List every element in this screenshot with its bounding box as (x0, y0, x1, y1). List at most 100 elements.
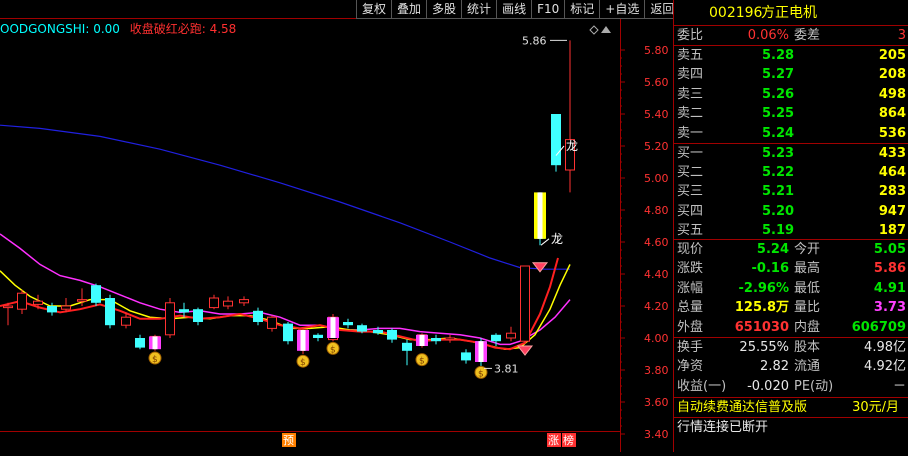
signal-bar-c-inner (330, 317, 336, 338)
zuidi-label: 最低 (794, 280, 821, 296)
money-bag-icon: $ (415, 353, 429, 367)
sell-label: 卖二 (677, 106, 704, 122)
kline-svg[interactable]: 5.80 5.60 5.40 5.20 5.00 4.80 4.60 4.40 4.20 4.00… (0, 0, 672, 452)
gem-icon (531, 262, 549, 273)
candle-body (193, 309, 203, 322)
promo-row[interactable]: 自动续费通达信普及版 30元/月 (674, 398, 908, 417)
candle-19 (283, 322, 293, 345)
y-tick-label: 3.80 (644, 364, 669, 377)
buy-price: 5.19 (762, 222, 795, 238)
money-bag-glyph: $ (330, 345, 336, 355)
candle-38 (565, 40, 575, 193)
candle-23 (343, 318, 353, 329)
jinkai-value: 5.05 (873, 242, 906, 257)
money-bag-icon: $ (326, 341, 340, 355)
candle-27 (402, 339, 412, 366)
liangbi-value: 3.73 (873, 300, 906, 316)
toolbar-button-5[interactable]: F10 (531, 0, 565, 19)
shouyi-label: 收益(一) (677, 378, 727, 394)
kline-chart[interactable]: 5.80 5.60 5.40 5.20 5.00 4.80 4.60 4.40 4.20 4.00… (0, 0, 672, 452)
xianjia-label: 现价 (677, 242, 704, 257)
toolbar-button-4[interactable]: 画线 (496, 0, 532, 19)
bottom-marker-0: 预 (282, 433, 296, 447)
sell-label: 卖三 (677, 86, 704, 102)
neipan-value: 606709 (851, 319, 906, 335)
y-tick-label: 4.00 (644, 332, 669, 345)
toolbar-button-2[interactable]: 多股 (426, 0, 462, 19)
signal-bar-c (327, 317, 339, 338)
buy-price: 5.23 (762, 146, 795, 161)
fin-row-2: 收益(一) -0.020 PE(动) － (674, 377, 908, 396)
toolbar-button-3[interactable]: 统计 (461, 0, 497, 19)
sell-price: 5.28 (762, 48, 795, 63)
candle-body (343, 322, 353, 326)
candle-body (431, 338, 441, 342)
y-tick-label: 5.40 (644, 108, 669, 121)
gem-icon (516, 345, 534, 356)
toolbar: 复权 叠加 多股 统计 画线 F10 标记 +自选 返回 (356, 0, 680, 19)
money-bag-glyph: $ (419, 357, 425, 367)
status-row: 行情连接已断开 (674, 418, 908, 437)
candle-body (105, 298, 115, 326)
candle-0 (3, 302, 13, 326)
sell-volume: 208 (878, 67, 906, 83)
buy-price: 5.21 (762, 184, 795, 200)
y-tick-label: 5.00 (644, 172, 669, 185)
signal-bar-a-inner (152, 336, 158, 350)
promo-text[interactable]: 自动续费通达信普及版 (677, 398, 807, 417)
candle-21 (313, 333, 323, 342)
candle-15 (223, 296, 233, 310)
sell-price: 5.27 (762, 67, 795, 83)
stock-header: 002196 方正电机 (674, 2, 908, 24)
dragon-label-1: 龙 (566, 139, 578, 153)
toolbar-button-7[interactable]: +自选 (599, 0, 645, 19)
neipan-label: 内盘 (794, 319, 821, 335)
fin-row-1: 净资 2.82 流通 4.92亿 (674, 357, 908, 376)
stat-row-3: 总量 125.8万 量比 3.73 (674, 298, 908, 317)
buy-level-5: 买五 5.19 187 (674, 221, 908, 240)
candle-body (209, 297, 219, 309)
candle-16 (239, 296, 249, 306)
weicha-value: 3 (897, 28, 906, 43)
candle-13 (193, 307, 203, 326)
buy-price: 5.22 (762, 165, 795, 181)
signal-bar-d (416, 334, 428, 346)
weibi-label: 委比 (677, 28, 704, 43)
candle-body (313, 334, 323, 338)
pe-label: PE(动) (794, 378, 834, 394)
buy-volume: 283 (878, 184, 906, 200)
candle-body (179, 309, 189, 313)
guben-value: 4.98亿 (864, 340, 906, 355)
toolbar-button-0[interactable]: 复权 (356, 0, 392, 19)
candle-9 (135, 334, 145, 350)
sell-price: 5.25 (762, 106, 795, 122)
waipan-value: 651030 (734, 319, 789, 335)
diamond-icon (589, 25, 599, 35)
buy-label: 买三 (677, 184, 704, 200)
candle-body (223, 300, 233, 307)
candle-1 (17, 290, 27, 314)
sell-volume: 536 (878, 125, 906, 141)
y-tick-label: 4.80 (644, 204, 669, 217)
waipan-label: 外盘 (677, 319, 704, 335)
indicator-name-2: 收盘破红必跑: 4.58 (129, 22, 237, 36)
pe-value: － (892, 378, 906, 394)
candle-body (520, 265, 530, 342)
toolbar-button-1[interactable]: 叠加 (391, 0, 427, 19)
y-tick-label: 5.60 (644, 76, 669, 89)
signal-bar-b-inner (300, 330, 306, 351)
candle-body (551, 114, 561, 166)
toolbar-button-6[interactable]: 标记 (564, 0, 600, 19)
candle-body (3, 305, 13, 309)
sell-volume: 498 (878, 86, 906, 102)
liutong-label: 流通 (794, 359, 821, 375)
candle-body (61, 305, 71, 310)
jingzi-label: 净资 (677, 359, 704, 375)
liutong-value: 4.92亿 (864, 359, 906, 375)
candle-26 (387, 328, 397, 343)
buy-label: 买五 (677, 222, 704, 238)
promo-price[interactable]: 30元/月 (852, 398, 899, 417)
triangle-icon (601, 26, 611, 33)
weibi-value: 0.06% (747, 28, 789, 43)
sell-label: 卖五 (677, 48, 704, 63)
